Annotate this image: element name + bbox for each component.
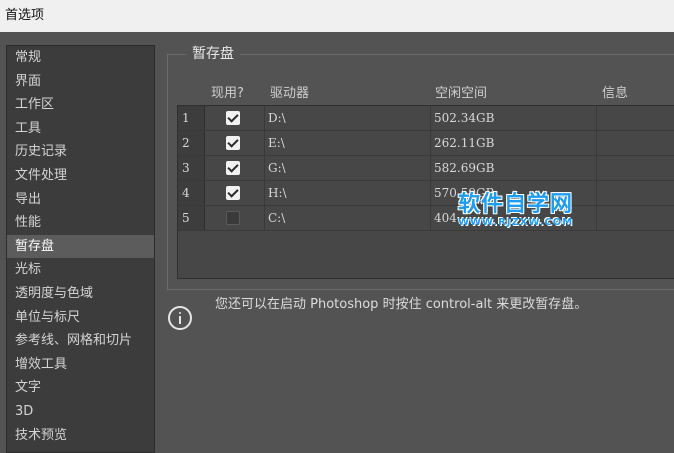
sidebar-item-units-rulers[interactable]: 单位与标尺 xyxy=(7,306,154,330)
window-title: 首选项 xyxy=(0,0,674,32)
drive-cell: H:\ xyxy=(268,186,287,200)
row-number: 2 xyxy=(178,131,205,155)
row-number: 1 xyxy=(178,106,205,130)
table-row[interactable]: 2 E:\ 262.11GB xyxy=(178,131,674,156)
active-checkbox[interactable] xyxy=(226,161,240,175)
drive-cell: E:\ xyxy=(268,136,285,150)
free-space-cell: 582.69GB xyxy=(434,161,495,175)
sidebar-item-guides-grid[interactable]: 参考线、网格和切片 xyxy=(7,329,154,353)
free-space-cell: 502.34GB xyxy=(434,111,495,125)
row-number: 4 xyxy=(178,181,205,205)
sidebar-item-3d[interactable]: 3D xyxy=(7,400,154,424)
sidebar-item-export[interactable]: 导出 xyxy=(7,188,154,212)
sidebar-item-workspace[interactable]: 工作区 xyxy=(7,93,154,117)
sidebar-item-type[interactable]: 文字 xyxy=(7,376,154,400)
sidebar-item-scratch-disks[interactable]: 暂存盘 xyxy=(7,234,154,259)
header-drive: 驱动器 xyxy=(270,86,310,101)
preferences-sidebar: 常规 界面 工作区 工具 历史记录 文件处理 导出 性能 暂存盘 光标 透明度与… xyxy=(6,45,155,453)
scratch-disks-table: 现用? 驱动器 空闲空间 信息 1 D:\ 502.34GB 2 E:\ 262… xyxy=(177,79,674,279)
row-number: 3 xyxy=(178,156,205,180)
free-space-cell: 262.11GB xyxy=(434,136,495,150)
table-row[interactable]: 4 H:\ 570.59GB xyxy=(178,181,674,206)
sidebar-item-file-handling[interactable]: 文件处理 xyxy=(7,164,154,188)
sidebar-item-transparency[interactable]: 透明度与色域 xyxy=(7,282,154,306)
header-info: 信息 xyxy=(602,86,629,101)
active-checkbox[interactable] xyxy=(226,186,240,200)
info-message: 您还可以在启动 Photoshop 时按住 control-alt 来更改暂存盘… xyxy=(215,297,588,312)
free-space-cell: 570.59GB xyxy=(434,186,495,200)
sidebar-item-tools[interactable]: 工具 xyxy=(7,117,154,141)
row-number: 5 xyxy=(178,206,205,230)
table-row[interactable]: 3 G:\ 582.69GB xyxy=(178,156,674,181)
sidebar-item-interface[interactable]: 界面 xyxy=(7,70,154,94)
info-circle-icon xyxy=(168,306,192,330)
drive-cell: C:\ xyxy=(268,211,286,225)
active-checkbox[interactable] xyxy=(226,111,240,125)
group-title: 暂存盘 xyxy=(186,45,240,63)
sidebar-item-cursors[interactable]: 光标 xyxy=(7,258,154,282)
table-row[interactable]: 5 C:\ 404 xyxy=(178,206,674,231)
sidebar-item-history[interactable]: 历史记录 xyxy=(7,140,154,164)
sidebar-item-plugins[interactable]: 增效工具 xyxy=(7,353,154,377)
drive-cell: D:\ xyxy=(268,111,286,125)
table-row[interactable]: 1 D:\ 502.34GB xyxy=(178,106,674,131)
sidebar-item-general[interactable]: 常规 xyxy=(7,46,154,70)
header-free-space: 空闲空间 xyxy=(435,86,488,101)
active-checkbox[interactable] xyxy=(226,136,240,150)
active-checkbox[interactable] xyxy=(226,211,240,225)
header-active: 现用? xyxy=(211,86,244,101)
table-body: 1 D:\ 502.34GB 2 E:\ 262.11GB 3 G:\ 582.… xyxy=(177,105,674,279)
table-header: 现用? 驱动器 空闲空间 信息 xyxy=(177,79,674,103)
drive-cell: G:\ xyxy=(268,161,286,175)
free-space-cell: 404 xyxy=(434,211,457,225)
sidebar-item-performance[interactable]: 性能 xyxy=(7,211,154,235)
sidebar-item-tech-preview[interactable]: 技术预览 xyxy=(7,424,154,448)
